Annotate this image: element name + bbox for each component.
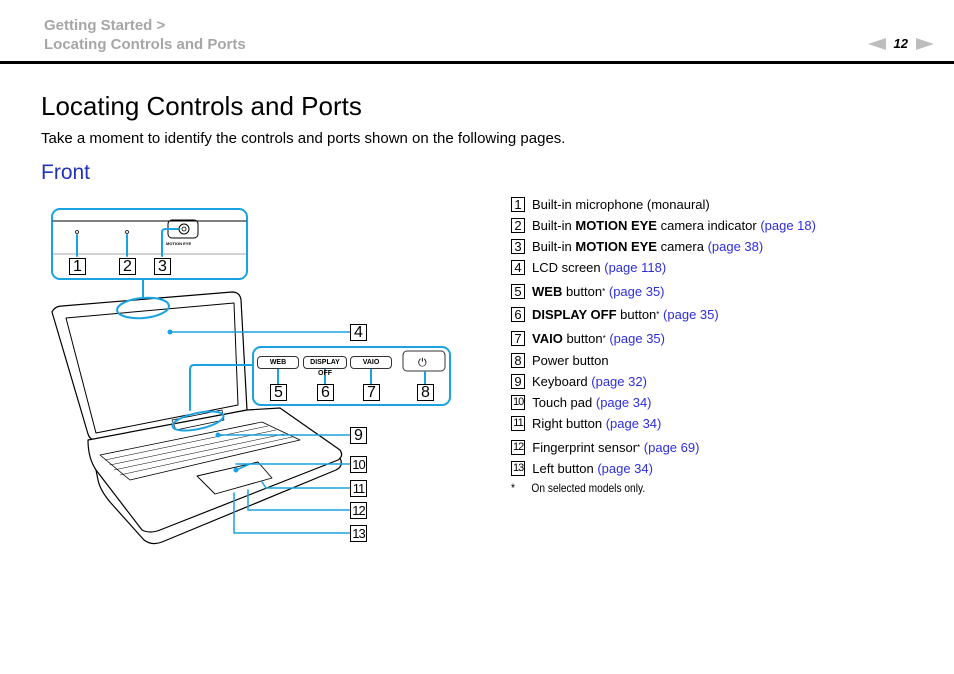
- callout-10: 10: [350, 456, 367, 473]
- footnote-marker: *: [656, 310, 660, 319]
- legend-number: 8: [511, 353, 525, 368]
- callout-6: 6: [317, 384, 334, 401]
- legend-bold-text: DISPLAY OFF: [532, 307, 617, 322]
- legend-text: camera: [656, 239, 708, 254]
- callout-4: 4: [350, 324, 367, 341]
- page-link[interactable]: (page 69): [644, 440, 700, 455]
- legend-number: 11: [511, 416, 525, 431]
- legend-item: 6 DISPLAY OFF button * (page 35): [511, 306, 719, 323]
- legend-text: Keyboard: [532, 374, 592, 389]
- callout-3: 3: [154, 258, 171, 275]
- page-link[interactable]: (page 34): [597, 461, 653, 476]
- page-link[interactable]: (page 118): [604, 260, 666, 275]
- legend-item: 4 LCD screen (page 118): [511, 259, 666, 276]
- legend-number: 6: [511, 307, 525, 322]
- vaio-button: VAIO: [350, 356, 392, 369]
- legend-text: button: [562, 331, 603, 346]
- legend-number: 9: [511, 374, 525, 389]
- legend-text: Left button: [532, 461, 598, 476]
- legend-text: button: [562, 284, 603, 299]
- footnote-marker: *: [602, 334, 606, 343]
- legend-text: camera indicator: [656, 218, 761, 233]
- callout-5: 5: [270, 384, 287, 401]
- legend-text: button: [616, 307, 657, 322]
- camera-label: MOTION EYE: [166, 241, 191, 246]
- legend-item: 5 WEB button * (page 35): [511, 283, 665, 300]
- legend-bold-text: VAIO: [532, 331, 563, 346]
- legend-text: Built-in: [532, 218, 576, 233]
- footnote-marker: *: [602, 287, 606, 296]
- power-glyph: ⏻: [418, 356, 427, 369]
- legend-number: 1: [511, 197, 525, 212]
- legend-item: 3 Built-in MOTION EYE camera (page 38): [511, 238, 763, 255]
- legend-item: 11 Right button (page 34): [511, 415, 661, 432]
- display-off-button: DISPLAY OFF: [303, 356, 347, 377]
- footnote-text: On selected models only.: [531, 481, 646, 495]
- legend-item: 12 Fingerprint sensor * (page 69): [511, 439, 699, 456]
- legend-text: Built-in: [532, 239, 576, 254]
- legend-item: 10 Touch pad (page 34): [511, 394, 652, 411]
- legend-text: Right button: [532, 416, 606, 431]
- callout-11: 11: [350, 480, 367, 497]
- footnote-mark: *: [511, 481, 515, 495]
- legend-text: Power button: [532, 353, 609, 368]
- page-link[interactable]: (page 18): [760, 218, 816, 233]
- legend-text: Touch pad: [532, 395, 596, 410]
- legend-item: 8 Power button: [511, 352, 609, 369]
- page-link[interactable]: (page 38): [708, 239, 764, 254]
- footnote-marker: *: [637, 443, 641, 452]
- page-link[interactable]: (page 35): [663, 307, 719, 322]
- legend-number: 4: [511, 260, 525, 275]
- callout-8: 8: [417, 384, 434, 401]
- legend-text: LCD screen: [532, 260, 605, 275]
- callout-7: 7: [363, 384, 380, 401]
- legend-item: 13 Left button (page 34): [511, 460, 653, 477]
- laptop-diagram: MOTION EYE ⏻: [51, 208, 451, 545]
- legend-item: 7 VAIO button * (page 35): [511, 330, 665, 347]
- callout-1: 1: [69, 258, 86, 275]
- legend-text: Fingerprint sensor: [532, 440, 638, 455]
- legend-number: 2: [511, 218, 525, 233]
- footnote: * On selected models only.: [511, 481, 645, 495]
- legend-item: 9 Keyboard (page 32): [511, 373, 647, 390]
- legend-number: 7: [511, 331, 525, 346]
- page-link[interactable]: (page 32): [591, 374, 647, 389]
- legend-number: 3: [511, 239, 525, 254]
- callout-2: 2: [119, 258, 136, 275]
- page-link[interactable]: (page 35): [609, 331, 665, 346]
- callout-12: 12: [350, 502, 367, 519]
- web-button: WEB: [257, 356, 299, 369]
- page-link[interactable]: (page 34): [606, 416, 662, 431]
- legend-number: 5: [511, 284, 525, 299]
- legend-number: 10: [511, 395, 526, 410]
- callout-13: 13: [350, 525, 367, 542]
- legend-item: 1 Built-in microphone (monaural): [511, 196, 710, 213]
- legend-bold-text: MOTION EYE: [575, 218, 657, 233]
- legend-number: 13: [511, 461, 526, 476]
- page-link[interactable]: (page 35): [609, 284, 665, 299]
- legend-item: 2 Built-in MOTION EYE camera indicator (…: [511, 217, 816, 234]
- legend-bold-text: MOTION EYE: [575, 239, 657, 254]
- legend-number: 12: [511, 440, 526, 455]
- callout-9: 9: [350, 427, 367, 444]
- legend-text: Built-in microphone (monaural): [532, 197, 710, 212]
- legend-bold-text: WEB: [532, 284, 563, 299]
- page-link[interactable]: (page 34): [596, 395, 652, 410]
